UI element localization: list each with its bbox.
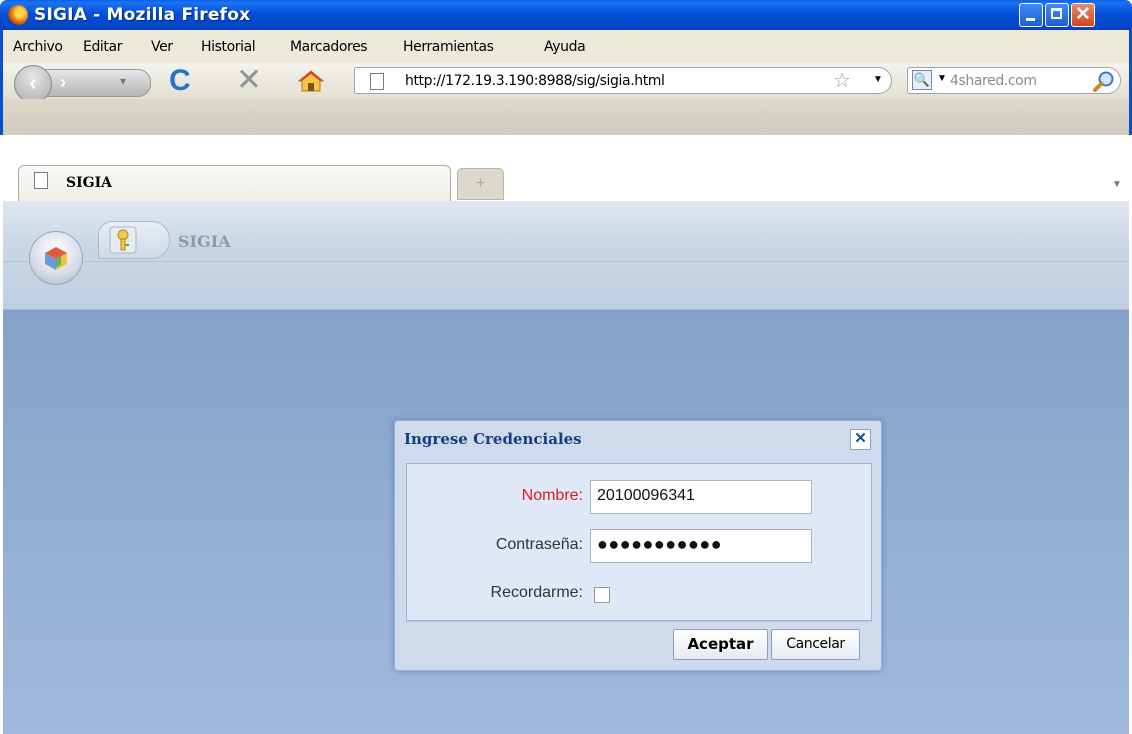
page-content: SIGIA Ingrese Credenciales ✕ Nombre: 201… — [3, 201, 1129, 734]
bookmark-star-icon[interactable]: ☆ — [833, 68, 851, 93]
search-engine-icon[interactable]: 🔍 — [912, 70, 932, 90]
remember-checkbox[interactable] — [594, 587, 610, 603]
header-divider — [3, 261, 1129, 262]
username-label: Nombre: — [521, 487, 583, 504]
accept-button[interactable]: Aceptar — [673, 629, 768, 660]
login-dialog: Ingrese Credenciales ✕ Nombre: 201000963… — [394, 420, 882, 671]
password-label: Contraseña: — [495, 536, 583, 553]
minimize-icon — [1026, 18, 1035, 21]
tab-label: SIGIA — [66, 175, 113, 191]
menu-ayuda[interactable]: Ayuda — [544, 39, 586, 55]
url-bar[interactable]: http://172.19.3.190:8988/sig/sigia.html … — [354, 67, 892, 94]
password-input[interactable]: ●●●●●●●●●●● — [590, 529, 812, 563]
stop-icon[interactable]: ✕ — [236, 64, 262, 96]
menu-historial[interactable]: Historial — [201, 39, 256, 55]
url-dropdown-icon[interactable]: ▼ — [873, 74, 883, 85]
dialog-form: Nombre: 20100096341 Contraseña: ●●●●●●●●… — [406, 463, 872, 621]
menu-marcadores[interactable]: Marcadores — [290, 39, 368, 55]
plus-icon: + — [475, 175, 486, 192]
firefox-icon — [8, 5, 28, 25]
key-icon — [108, 225, 138, 255]
app-tab-login[interactable] — [98, 221, 170, 259]
tab-strip — [0, 99, 1132, 135]
tab-sigia[interactable]: SIGIA — [18, 165, 451, 201]
reload-icon[interactable]: C — [169, 66, 191, 96]
menu-herramientas[interactable]: Herramientas — [403, 39, 494, 55]
history-dropdown-button[interactable]: ▾ — [120, 74, 126, 88]
navigation-toolbar: ‹ › ▾ C ✕ http://172.19.3.190:8988/sig/s… — [0, 63, 1132, 103]
new-tab-button[interactable]: + — [457, 168, 504, 200]
minimize-button[interactable] — [1019, 3, 1043, 27]
close-icon: ✕ — [854, 430, 867, 447]
menu-ver[interactable]: Ver — [151, 39, 173, 55]
back-button[interactable]: ‹ — [14, 65, 52, 103]
username-input[interactable]: 20100096341 — [590, 480, 812, 514]
cube-logo-icon — [43, 245, 69, 271]
window-title: SIGIA - Mozilla Firefox — [34, 5, 251, 25]
dialog-footer: Aceptar Cancelar — [406, 621, 872, 661]
back-forward-group: ‹ › ▾ — [14, 65, 151, 103]
forward-arrow-icon: › — [60, 72, 66, 92]
close-icon: ✕ — [1075, 4, 1091, 25]
app-menu-orb[interactable] — [29, 231, 83, 285]
remember-label: Recordarme: — [490, 584, 583, 601]
app-header: SIGIA — [3, 201, 1129, 310]
menu-editar[interactable]: Editar — [83, 39, 122, 55]
home-icon[interactable] — [297, 70, 325, 92]
app-tab-label: SIGIA — [178, 232, 231, 251]
search-input[interactable]: 4shared.com — [950, 73, 1090, 89]
forward-button[interactable]: › — [60, 72, 66, 93]
search-go-icon[interactable] — [1093, 70, 1115, 92]
dialog-title: Ingrese Credenciales — [404, 430, 582, 448]
maximize-button[interactable] — [1045, 3, 1069, 27]
page-icon — [370, 73, 384, 90]
menu-archivo[interactable]: Archivo — [13, 39, 63, 55]
back-arrow-icon: ‹ — [29, 70, 37, 95]
dialog-close-button[interactable]: ✕ — [850, 429, 871, 450]
page-icon — [34, 172, 48, 189]
url-text[interactable]: http://172.19.3.190:8988/sig/sigia.html — [405, 73, 665, 89]
menu-bar: Archivo Editar Ver Historial Marcadores … — [0, 30, 1132, 63]
search-engine-dropdown-icon[interactable]: ▼ — [937, 73, 947, 84]
maximize-icon — [1051, 8, 1062, 19]
close-window-button[interactable]: ✕ — [1071, 3, 1095, 27]
cancel-button[interactable]: Cancelar — [771, 629, 860, 660]
window-title-bar[interactable]: SIGIA - Mozilla Firefox ✕ — [0, 0, 1132, 30]
search-bar[interactable]: 🔍 ▼ 4shared.com — [907, 67, 1121, 94]
tab-list-dropdown-icon[interactable]: ▼ — [1106, 170, 1128, 200]
